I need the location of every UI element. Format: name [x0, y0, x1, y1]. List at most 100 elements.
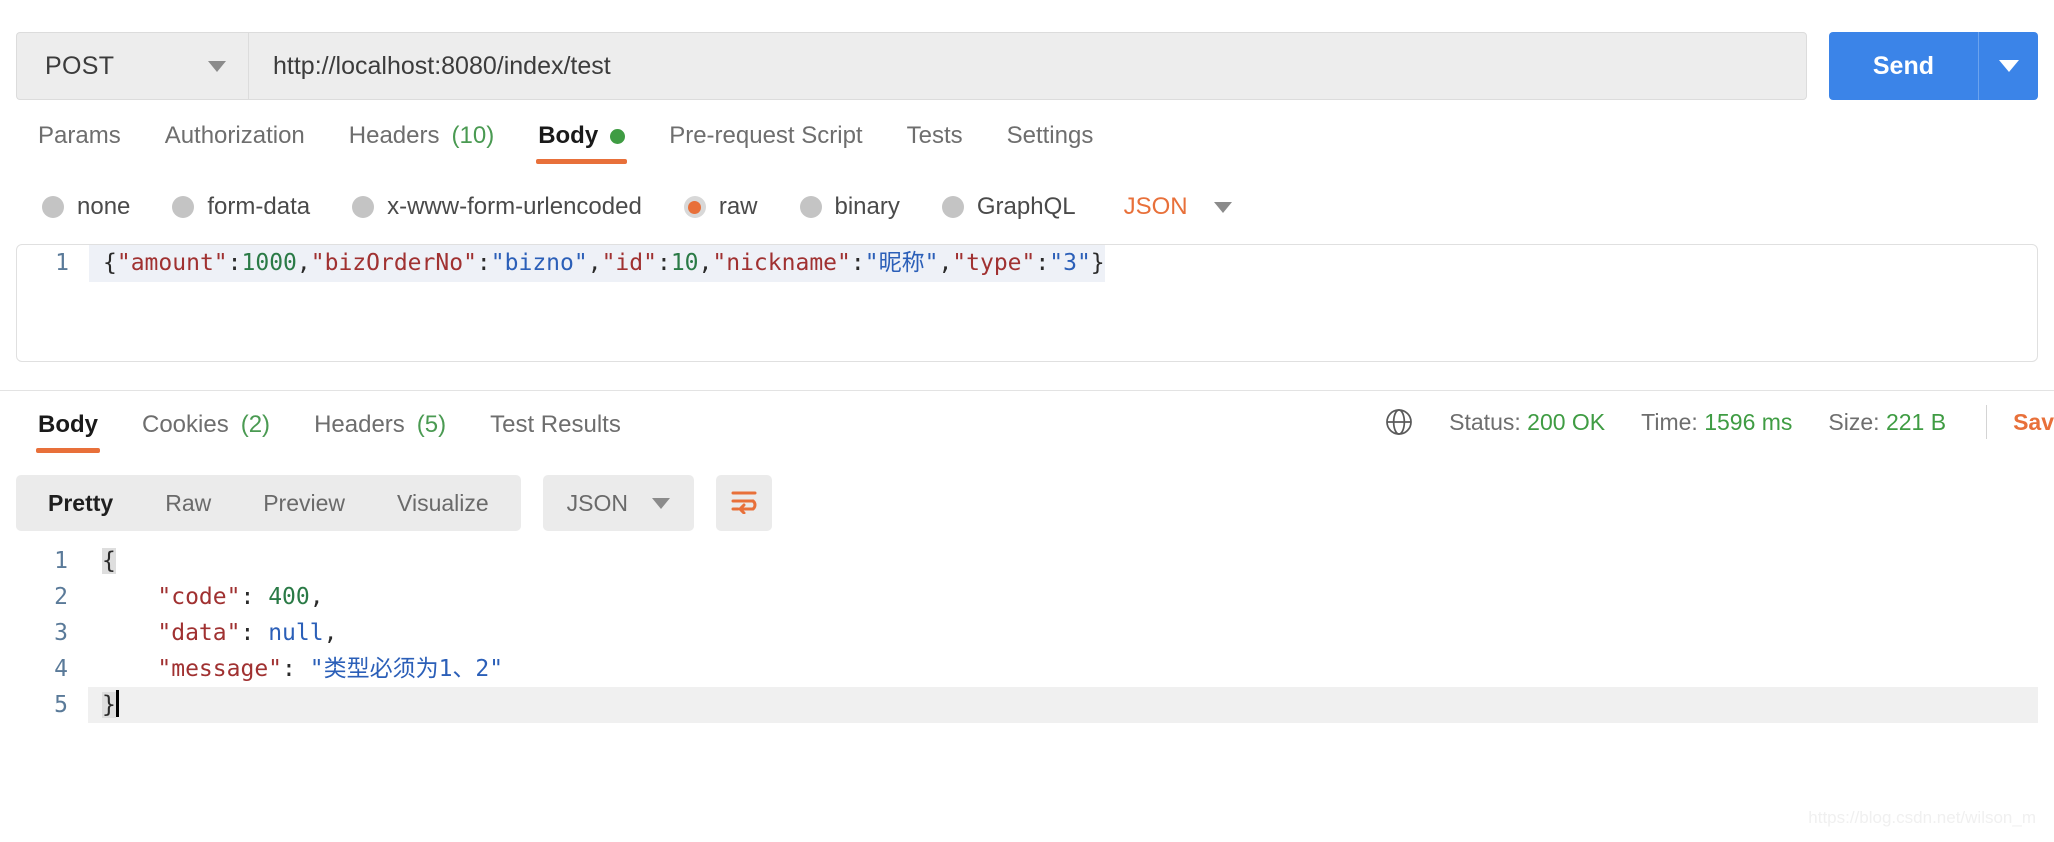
radio-icon[interactable]: [352, 196, 375, 218]
code-line: 3 "data": null,: [16, 615, 2038, 651]
send-button[interactable]: Send: [1828, 32, 1978, 100]
response-code-content[interactable]: "message": "类型必须为1、2": [88, 651, 503, 687]
tab-count: (10): [451, 122, 495, 149]
tab-label: Body: [38, 411, 98, 438]
chevron-down-icon: [208, 60, 226, 72]
chevron-down-icon: [1213, 201, 1232, 213]
line-number: 1: [54, 548, 68, 574]
tab-pre-request-script[interactable]: Pre-request Script: [647, 122, 884, 164]
response-status-bar: Status: 200 OK Time: 1596 ms Size: 221 B…: [1383, 405, 2054, 453]
tab-label: Body: [538, 122, 599, 149]
code-token: }: [102, 692, 116, 718]
body-type-x-www-form-urlencoded[interactable]: x-www-form-urlencoded: [352, 193, 642, 221]
view-mode-pretty[interactable]: Pretty: [22, 475, 139, 531]
response-code-content[interactable]: }: [88, 687, 2038, 723]
radio-icon[interactable]: [42, 196, 64, 218]
tab-tests[interactable]: Tests: [885, 122, 985, 164]
code-token: 400: [268, 584, 310, 610]
code-line: 2 "code": 400,: [16, 579, 2038, 615]
code-line: 4 "message": "类型必须为1、2": [16, 651, 2038, 687]
radio-icon[interactable]: [941, 196, 964, 218]
body-type-label: form-data: [207, 193, 311, 220]
radio-icon[interactable]: [683, 196, 706, 218]
word-wrap-icon: [729, 488, 759, 519]
response-code-content[interactable]: "code": 400,: [88, 579, 324, 615]
line-number: 2: [54, 584, 68, 610]
watermark: https://blog.csdn.net/wilson_m: [1808, 808, 2036, 827]
tab-params[interactable]: Params: [16, 122, 143, 164]
tab-body[interactable]: Body: [516, 122, 647, 164]
body-type-none[interactable]: none: [42, 193, 130, 221]
divider: [1986, 405, 1988, 439]
tab-label: Params: [38, 122, 121, 149]
response-tab-headers[interactable]: Headers (5): [292, 411, 468, 453]
body-type-label: x-www-form-urlencoded: [387, 193, 642, 220]
code-token: "type": [952, 250, 1036, 276]
code-token: "message": [157, 656, 283, 682]
code-token: :: [850, 250, 865, 276]
tab-label: Pre-request Script: [669, 122, 863, 149]
save-response-link[interactable]: Sav: [2013, 409, 2054, 436]
request-body-editor[interactable]: 1 {"amount":1000,"bizOrderNo":"bizno","i…: [16, 244, 2038, 362]
body-type-label: GraphQL: [976, 193, 1076, 220]
view-mode-preview[interactable]: Preview: [237, 475, 371, 531]
word-wrap-button[interactable]: [716, 475, 773, 531]
body-type-raw[interactable]: raw: [683, 193, 758, 221]
send-options-button[interactable]: [1978, 32, 2038, 100]
tab-label: Headers: [348, 122, 440, 149]
code-token: :: [240, 620, 269, 646]
body-type-options: none form-data x-www-form-urlencoded raw bin…: [0, 164, 2054, 234]
request-body-code[interactable]: {"amount":1000,"bizOrderNo":"bizno","id"…: [89, 245, 1105, 282]
body-type-label: none: [77, 193, 131, 220]
code-token: "3": [1049, 250, 1091, 276]
http-method-label: POST: [45, 51, 115, 80]
view-mode-visualize[interactable]: Visualize: [371, 475, 515, 531]
response-tab-cookies[interactable]: Cookies (2): [120, 411, 292, 453]
radio-icon[interactable]: [799, 196, 822, 218]
body-type-graphql[interactable]: GraphQL: [941, 193, 1076, 221]
code-token: ,: [323, 620, 338, 646]
size-label: Size:: [1828, 408, 1880, 435]
chevron-down-icon: [652, 497, 671, 509]
code-token: "amount": [116, 250, 228, 276]
url-input[interactable]: http://localhost:8080/index/test: [248, 32, 1807, 100]
response-code-content[interactable]: "data": null,: [88, 615, 337, 651]
tab-headers[interactable]: Headers (10): [327, 122, 516, 164]
line-number: 3: [54, 620, 68, 646]
body-type-binary[interactable]: binary: [799, 193, 900, 221]
tab-authorization[interactable]: Authorization: [143, 122, 327, 164]
code-token: ,: [296, 250, 311, 276]
code-token: "bizno": [490, 250, 588, 276]
code-token: "code": [157, 584, 241, 610]
response-tab-test-results[interactable]: Test Results: [468, 411, 643, 453]
response-tab-body[interactable]: Body: [16, 411, 120, 453]
tab-count: (2): [240, 411, 271, 438]
tab-count: (5): [416, 411, 447, 438]
code-token: :: [1035, 250, 1050, 276]
radio-icon[interactable]: [172, 196, 195, 218]
size-value: 221 B: [1885, 408, 1947, 435]
code-token: :: [476, 250, 491, 276]
time-value: 1596 ms: [1704, 408, 1793, 435]
response-format-select[interactable]: JSON: [542, 475, 695, 531]
request-tabs: Params Authorization Headers (10) Body Pre-re…: [0, 106, 2054, 164]
tab-settings[interactable]: Settings: [985, 122, 1116, 164]
http-method-select[interactable]: POST: [16, 32, 248, 100]
code-token: 10: [670, 250, 699, 276]
code-token: :: [656, 250, 671, 276]
code-token: {: [102, 548, 116, 574]
line-number: 4: [54, 656, 68, 682]
tab-label: Authorization: [164, 122, 305, 149]
raw-format-select[interactable]: JSON: [1124, 193, 1232, 221]
response-view-modes: Pretty Raw Preview Visualize: [16, 475, 521, 531]
code-token: ,: [309, 584, 324, 610]
view-mode-raw[interactable]: Raw: [139, 475, 237, 531]
code-token: 1000: [241, 250, 297, 276]
body-type-form-data[interactable]: form-data: [172, 193, 310, 221]
response-code-content[interactable]: {: [88, 543, 116, 579]
code-token: ,: [938, 250, 953, 276]
response-body-viewer[interactable]: 1{2 "code": 400, 3 "data": null, 4 "messag…: [0, 535, 2054, 723]
